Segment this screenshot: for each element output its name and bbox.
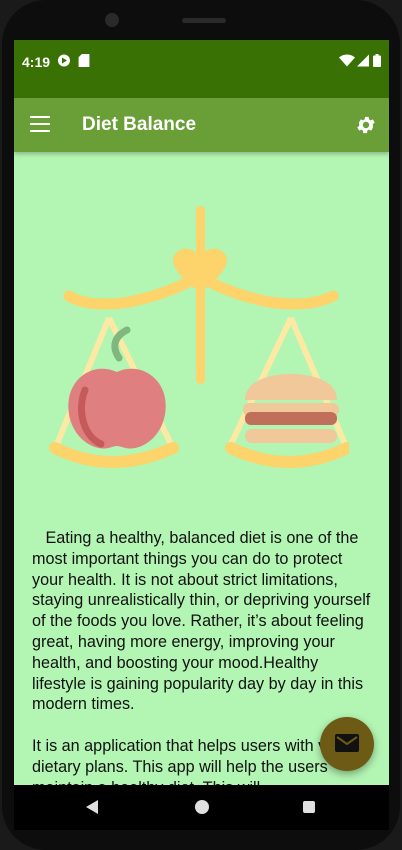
wifi-icon xyxy=(339,54,355,67)
app-title: Diet Balance xyxy=(82,114,197,135)
intro-paragraph: Eating a healthy, balanced diet is one o… xyxy=(32,529,371,714)
earpiece-speaker xyxy=(182,18,226,23)
balance-scale-apple-burger-icon xyxy=(49,206,349,468)
mail-icon xyxy=(335,734,359,752)
menu-icon[interactable] xyxy=(30,116,50,132)
signal-icon xyxy=(357,54,369,67)
back-icon[interactable] xyxy=(86,800,98,814)
app-bar: Diet Balance xyxy=(14,98,389,152)
mail-fab-button[interactable] xyxy=(320,717,374,771)
system-nav-bar xyxy=(14,785,389,830)
battery-icon xyxy=(373,54,381,67)
media-icon xyxy=(58,54,70,67)
sd-card-icon xyxy=(78,54,90,67)
recents-icon[interactable] xyxy=(303,801,315,813)
front-camera xyxy=(105,13,119,27)
status-time: 4:19 xyxy=(22,54,51,70)
gear-icon[interactable] xyxy=(355,114,377,136)
screen: 4:19 Diet Balance Eating a healthy, bala… xyxy=(14,40,389,785)
status-bar: 4:19 xyxy=(14,40,389,98)
home-icon[interactable] xyxy=(195,800,209,814)
